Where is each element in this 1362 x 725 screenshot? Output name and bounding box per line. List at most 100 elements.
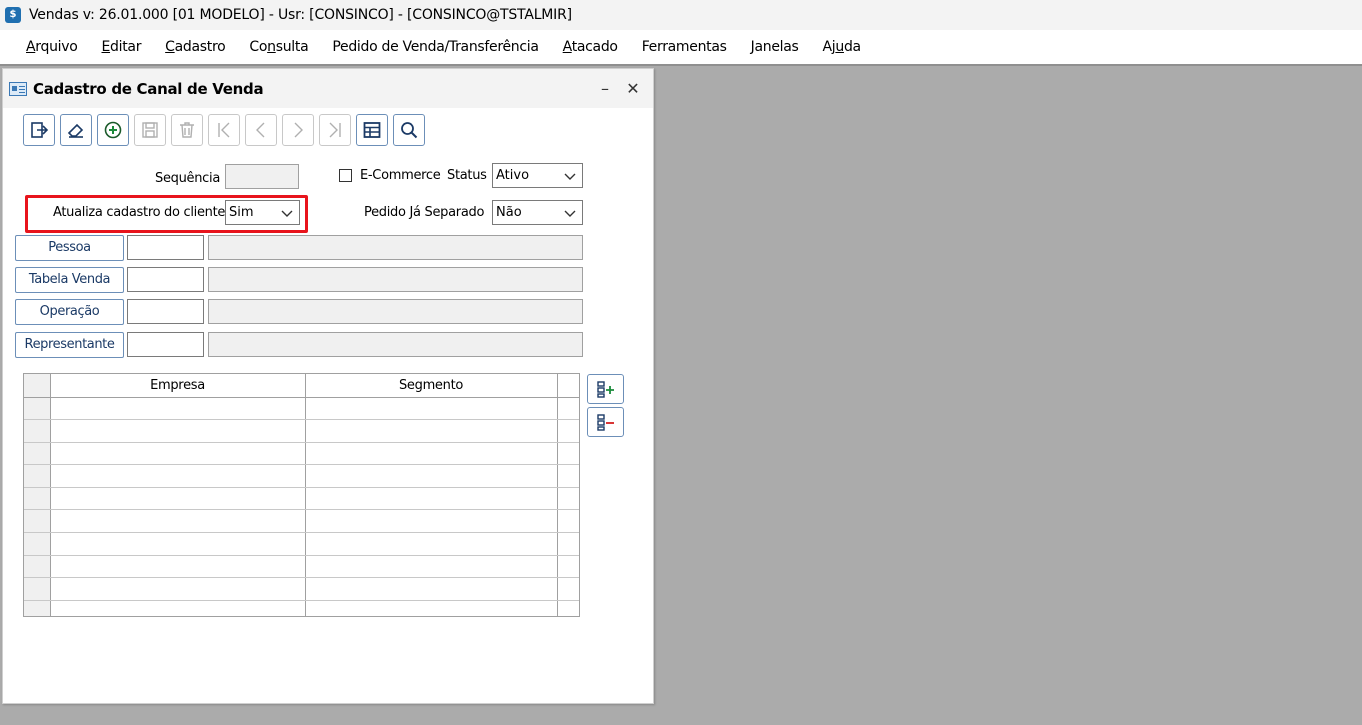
segmento-cell[interactable]	[305, 487, 558, 511]
empresa-cell[interactable]	[50, 532, 306, 556]
empresa-segmento-grid[interactable]: Empresa Segmento	[23, 373, 580, 617]
pessoa-code-field[interactable]	[127, 235, 204, 260]
menu-item-8[interactable]: Ajuda	[811, 39, 873, 55]
exit-icon	[31, 122, 49, 138]
menu-item-1[interactable]: Editar	[90, 39, 154, 55]
first-record-button[interactable]	[208, 114, 240, 146]
representante-name-field	[208, 332, 583, 357]
app-title: Vendas v: 26.01.000 [01 MODELO] - Usr: […	[29, 7, 572, 23]
menu-item-2[interactable]: Cadastro	[153, 39, 237, 55]
add-button[interactable]	[97, 114, 129, 146]
minimize-button[interactable]: –	[595, 79, 615, 98]
segmento-cell[interactable]	[305, 442, 558, 466]
atualiza-cadastro-value: Sim	[229, 205, 254, 220]
representante-button[interactable]: Representante	[15, 332, 124, 358]
filler-cell	[557, 509, 579, 534]
add-row-button[interactable]	[587, 374, 624, 404]
segmento-cell[interactable]	[305, 532, 558, 556]
menu-item-0[interactable]: Arquivo	[14, 39, 90, 55]
empresa-cell[interactable]	[50, 464, 306, 488]
pessoa-button[interactable]: Pessoa	[15, 235, 124, 261]
sequencia-label: Sequência	[155, 171, 221, 186]
remove-row-button[interactable]	[587, 407, 624, 437]
table-row[interactable]	[24, 397, 579, 421]
table-row[interactable]	[24, 419, 579, 443]
pedido-separado-select[interactable]: Não	[492, 200, 583, 225]
row-header-cell	[24, 509, 51, 534]
status-select-value: Ativo	[496, 168, 530, 183]
empresa-cell[interactable]	[50, 555, 306, 579]
pedido-separado-label: Pedido Já Separado	[364, 205, 485, 220]
table-row[interactable]	[24, 442, 579, 466]
table-row[interactable]	[24, 464, 579, 488]
delete-button[interactable]	[171, 114, 203, 146]
grid-table: Empresa Segmento	[24, 374, 579, 616]
table-row[interactable]	[24, 600, 579, 616]
segmento-cell[interactable]	[305, 419, 558, 443]
empresa-cell[interactable]	[50, 397, 306, 421]
segmento-cell[interactable]	[305, 600, 558, 616]
grid-header-row: Empresa Segmento	[24, 374, 579, 398]
ecommerce-checkbox[interactable]	[339, 169, 352, 182]
tabela-venda-name-field	[208, 267, 583, 292]
chevron-down-icon	[564, 210, 576, 217]
table-row[interactable]	[24, 509, 579, 534]
segmento-cell[interactable]	[305, 464, 558, 488]
atualiza-cadastro-select[interactable]: Sim	[225, 200, 300, 225]
column-header-segmento[interactable]: Segmento	[305, 374, 558, 398]
ecommerce-label: E-Commerce	[360, 168, 441, 183]
column-header-empresa[interactable]: Empresa	[50, 374, 306, 398]
chevron-down-icon	[281, 210, 293, 217]
menu-item-7[interactable]: Janelas	[739, 39, 811, 55]
empresa-cell[interactable]	[50, 419, 306, 443]
tabela-venda-button[interactable]: Tabela Venda	[15, 267, 124, 293]
empresa-cell[interactable]	[50, 600, 306, 616]
empresa-cell[interactable]	[50, 509, 306, 534]
menubar: Arquivo Editar Cadastro Consulta Pedido de V…	[0, 30, 1362, 66]
save-button[interactable]	[134, 114, 166, 146]
toolbar	[23, 114, 430, 146]
row-header-cell	[24, 487, 51, 511]
row-header-cell	[24, 397, 51, 421]
segmento-cell[interactable]	[305, 509, 558, 534]
first-record-icon	[218, 122, 230, 138]
close-button[interactable]: ✕	[623, 79, 643, 98]
cadastro-canal-venda-window: Cadastro de Canal de Venda – ✕ Sequência…	[2, 68, 654, 704]
menu-item-6[interactable]: Ferramentas	[630, 39, 739, 55]
previous-record-button[interactable]	[245, 114, 277, 146]
empresa-cell[interactable]	[50, 442, 306, 466]
representante-code-field[interactable]	[127, 332, 204, 357]
status-label: Status	[447, 168, 487, 183]
table-row[interactable]	[24, 532, 579, 556]
table-row[interactable]	[24, 555, 579, 579]
search-button[interactable]	[393, 114, 425, 146]
row-header-cell	[24, 577, 51, 601]
window-titlebar: Cadastro de Canal de Venda – ✕	[3, 69, 653, 108]
segmento-cell[interactable]	[305, 577, 558, 601]
operacao-code-field[interactable]	[127, 299, 204, 324]
search-icon	[401, 122, 418, 139]
next-record-icon	[294, 122, 303, 138]
segmento-cell[interactable]	[305, 555, 558, 579]
tabela-venda-code-field[interactable]	[127, 267, 204, 292]
menu-item-4[interactable]: Pedido de Venda/Transferência	[320, 39, 550, 55]
grid-corner	[24, 374, 51, 398]
segmento-cell[interactable]	[305, 397, 558, 421]
menu-item-5[interactable]: Atacado	[551, 39, 630, 55]
row-header-cell	[24, 464, 51, 488]
table-row[interactable]	[24, 487, 579, 511]
menu-item-3[interactable]: Consulta	[237, 39, 320, 55]
exit-button[interactable]	[23, 114, 55, 146]
clear-button[interactable]	[60, 114, 92, 146]
chevron-down-icon	[564, 173, 576, 180]
operacao-button[interactable]: Operação	[15, 299, 124, 325]
next-record-button[interactable]	[282, 114, 314, 146]
status-select[interactable]: Ativo	[492, 163, 583, 188]
table-view-button[interactable]	[356, 114, 388, 146]
column-header-filler	[557, 374, 579, 398]
empresa-cell[interactable]	[50, 487, 306, 511]
last-record-button[interactable]	[319, 114, 351, 146]
sequencia-field[interactable]	[225, 164, 299, 189]
empresa-cell[interactable]	[50, 577, 306, 601]
table-row[interactable]	[24, 577, 579, 601]
